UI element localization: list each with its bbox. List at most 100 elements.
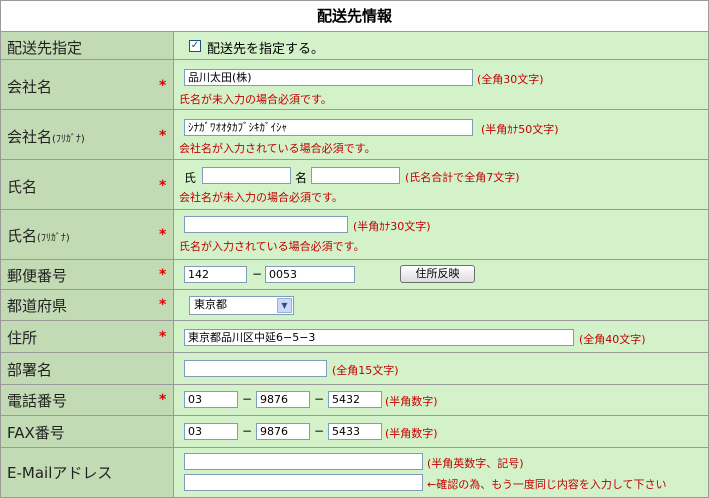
required-mark: * <box>159 392 167 408</box>
required-mark: * <box>159 78 167 94</box>
row-address: 住所 * 東京都品川区中延6−5−3 (全角40文字) <box>1 321 708 353</box>
address-lookup-button[interactable]: 住所反映 <box>400 265 475 283</box>
department-input[interactable] <box>184 360 327 377</box>
email-confirm-note: ←確認の為、もう一度同じ内容を入力して下さい <box>427 478 667 491</box>
ship-to-checkbox[interactable]: ✓ <box>189 40 201 52</box>
company-kana-label: 会社名 <box>7 128 53 146</box>
value-cell: 氏 名 (氏名合計で全角7文字) 会社名が未入力の場合必須です。 <box>175 160 708 209</box>
value-cell: 品川太田(株) (全角30文字) 氏名が未入力の場合必須です。 <box>175 60 708 109</box>
company-kana-label-small: (ﾌﾘｶﾞﾅ) <box>52 134 85 145</box>
shipping-info-form: 配送先情報 配送先指定 ✓ 配送先を指定する。 会社名 * 品川太田(株) (全… <box>0 0 709 498</box>
value-cell: 東京都品川区中延6−5−3 (全角40文字) <box>175 321 708 352</box>
label-cell: 氏名(ﾌﾘｶﾞﾅ) * <box>1 210 174 259</box>
fax-part1[interactable]: 03 <box>184 423 238 440</box>
postal-code-part1[interactable]: 142 <box>184 266 247 283</box>
required-mark: * <box>159 329 167 345</box>
row-name-kana: 氏名(ﾌﾘｶﾞﾅ) * (半角ｶﾅ30文字) 氏名が入力されている場合必須です。 <box>1 210 708 260</box>
postal-label: 郵便番号 <box>7 267 68 285</box>
address-note: (全角40文字) <box>579 333 646 346</box>
postal-separator: − <box>252 267 263 281</box>
sei-label: 氏 <box>184 171 197 185</box>
prefecture-selected: 東京都 <box>194 298 227 311</box>
required-mark: * <box>159 128 167 144</box>
name-note: (氏名合計で全角7文字) <box>405 171 520 184</box>
email-input[interactable] <box>184 453 423 470</box>
row-company: 会社名 * 品川太田(株) (全角30文字) 氏名が未入力の場合必須です。 <box>1 60 708 110</box>
sei-input[interactable] <box>202 167 291 184</box>
prefecture-label: 都道府県 <box>7 297 68 315</box>
fax-label: FAX番号 <box>7 424 65 442</box>
name-kana-note: (半角ｶﾅ30文字) <box>353 220 431 233</box>
email-label: E-Mailアドレス <box>7 464 113 482</box>
row-phone: 電話番号 * 03 − 9876 − 5432 (半角数字) <box>1 385 708 416</box>
label-cell: E-Mailアドレス <box>1 448 174 497</box>
value-cell: ｼﾅｶﾞﾜｵｵﾀｶﾌﾞｼｷｶﾞｲｼｬ (半角ｶﾅ50文字) 会社名が入力されてい… <box>175 110 708 159</box>
phone-separator: − <box>314 392 325 406</box>
company-label: 会社名 <box>7 78 53 96</box>
ship-to-label: 配送先指定 <box>7 39 83 57</box>
prefecture-select[interactable]: 東京都 ▼ <box>189 296 294 315</box>
ship-to-checkbox-label[interactable]: 配送先を指定する。 <box>207 38 324 57</box>
company-kana-input[interactable]: ｼﾅｶﾞﾜｵｵﾀｶﾌﾞｼｷｶﾞｲｼｬ <box>184 119 473 136</box>
required-mark: * <box>159 178 167 194</box>
row-company-kana: 会社名(ﾌﾘｶﾞﾅ) * ｼﾅｶﾞﾜｵｵﾀｶﾌﾞｼｷｶﾞｲｼｬ (半角ｶﾅ50文… <box>1 110 708 160</box>
value-cell: ✓ 配送先を指定する。 <box>175 32 708 59</box>
name-kana-label: 氏名 <box>7 227 38 245</box>
company-note: (全角30文字) <box>477 73 544 86</box>
value-cell: (全角15文字) <box>175 353 708 384</box>
phone-part2[interactable]: 9876 <box>256 391 310 408</box>
form-title: 配送先情報 <box>1 1 708 32</box>
phone-label: 電話番号 <box>7 392 68 410</box>
company-help: 氏名が未入力の場合必須です。 <box>179 93 332 106</box>
value-cell: (半角英数字、記号) ←確認の為、もう一度同じ内容を入力して下さい <box>175 448 708 497</box>
row-email: E-Mailアドレス (半角英数字、記号) ←確認の為、もう一度同じ内容を入力し… <box>1 448 708 497</box>
address-input[interactable]: 東京都品川区中延6−5−3 <box>184 329 574 346</box>
department-label: 部署名 <box>7 361 53 379</box>
label-cell: 郵便番号 * <box>1 260 174 289</box>
fax-separator: − <box>242 424 253 438</box>
row-postal: 郵便番号 * 142 − 0053 住所反映 <box>1 260 708 290</box>
fax-note: (半角数字) <box>385 427 438 440</box>
label-cell: 配送先指定 <box>1 32 174 59</box>
department-note: (全角15文字) <box>332 364 399 377</box>
chevron-down-icon[interactable]: ▼ <box>277 298 292 313</box>
name-kana-label-small: (ﾌﾘｶﾞﾅ) <box>37 233 70 244</box>
label-cell: 氏名 * <box>1 160 174 209</box>
mei-input[interactable] <box>311 167 400 184</box>
phone-part3[interactable]: 5432 <box>328 391 382 408</box>
label-cell: 部署名 <box>1 353 174 384</box>
row-ship-to: 配送先指定 ✓ 配送先を指定する。 <box>1 32 708 60</box>
row-prefecture: 都道府県 * 東京都 ▼ <box>1 290 708 321</box>
name-help: 会社名が未入力の場合必須です。 <box>179 191 343 204</box>
required-mark: * <box>159 267 167 283</box>
name-kana-input[interactable] <box>184 216 348 233</box>
fax-part2[interactable]: 9876 <box>256 423 310 440</box>
phone-note: (半角数字) <box>385 395 438 408</box>
label-cell: 会社名 * <box>1 60 174 109</box>
row-department: 部署名 (全角15文字) <box>1 353 708 385</box>
phone-separator: − <box>242 392 253 406</box>
postal-code-part2[interactable]: 0053 <box>265 266 355 283</box>
label-cell: 電話番号 * <box>1 385 174 415</box>
label-cell: FAX番号 <box>1 416 174 447</box>
address-label: 住所 <box>7 329 38 347</box>
company-kana-help: 会社名が入力されている場合必須です。 <box>179 142 376 155</box>
value-cell: 03 − 9876 − 5432 (半角数字) <box>175 385 708 415</box>
row-fax: FAX番号 03 − 9876 − 5433 (半角数字) <box>1 416 708 448</box>
company-input[interactable]: 品川太田(株) <box>184 69 473 86</box>
name-kana-help: 氏名が入力されている場合必須です。 <box>179 240 365 253</box>
value-cell: (半角ｶﾅ30文字) 氏名が入力されている場合必須です。 <box>175 210 708 259</box>
phone-part1[interactable]: 03 <box>184 391 238 408</box>
fax-separator: − <box>314 424 325 438</box>
fax-part3[interactable]: 5433 <box>328 423 382 440</box>
value-cell: 142 − 0053 住所反映 <box>175 260 708 289</box>
value-cell: 03 − 9876 − 5433 (半角数字) <box>175 416 708 447</box>
email-note: (半角英数字、記号) <box>427 457 524 470</box>
company-kana-note: (半角ｶﾅ50文字) <box>481 123 559 136</box>
email-confirm-input[interactable] <box>184 474 423 491</box>
name-label: 氏名 <box>7 178 38 196</box>
row-name: 氏名 * 氏 名 (氏名合計で全角7文字) 会社名が未入力の場合必須です。 <box>1 160 708 210</box>
label-cell: 会社名(ﾌﾘｶﾞﾅ) * <box>1 110 174 159</box>
mei-label: 名 <box>295 171 308 185</box>
value-cell: 東京都 ▼ <box>175 290 708 320</box>
